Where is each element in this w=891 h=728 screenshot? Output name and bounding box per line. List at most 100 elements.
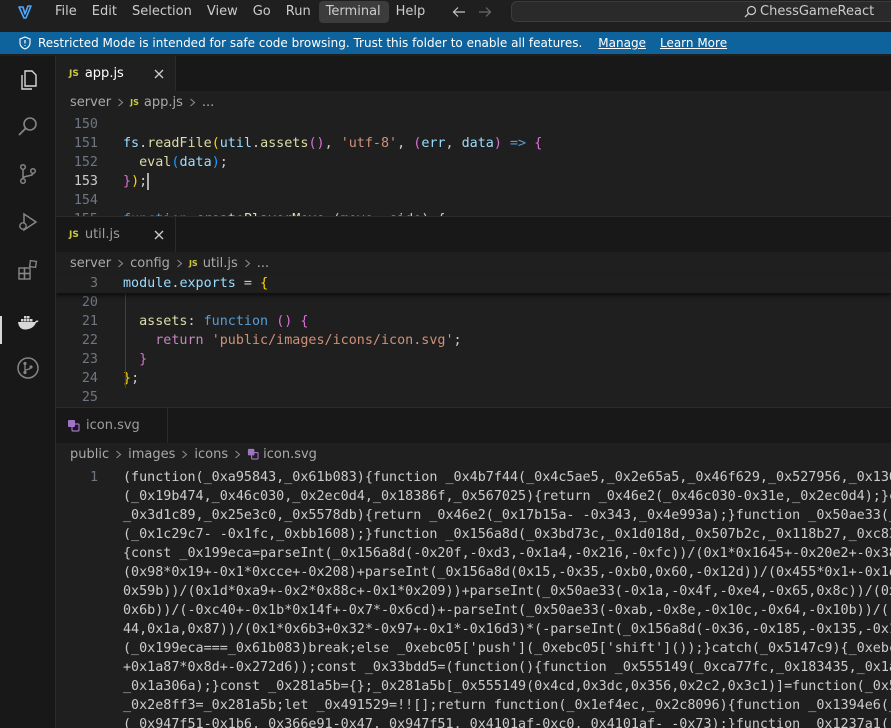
close-icon[interactable] [151,227,167,243]
tab-strip: icon.svg [56,408,891,443]
tab-util-js[interactable]: JS util.js [56,217,176,252]
active-view-indicator [0,316,2,344]
code-line: 154 [56,191,891,210]
command-center-label: ChessGameReact [760,4,875,19]
title-bar: File Edit Selection View Go Run Terminal… [0,0,891,24]
menu-run[interactable]: Run [279,1,319,23]
code-line-wrapped: _0x2e8ff3=_0x281a5b;let _0x491529=!![];r… [56,696,891,715]
menu-go[interactable]: Go [246,1,279,23]
line-content: _0x2e8ff3=_0x281a5b;let _0x491529=!![];r… [123,698,891,713]
svg-file-icon [67,419,80,432]
code-line: 22 return 'public/images/icons/icon.svg'… [56,331,891,350]
breadcrumb-item[interactable]: ... [202,95,214,110]
breadcrumb: public images icons icon.svg [56,443,891,465]
line-number: 1 [89,470,98,485]
menu-view[interactable]: View [200,1,246,23]
editor-area: JS app.js server JS app.js ... 150 151 fs… [56,56,891,728]
tab-icon-svg[interactable]: icon.svg [56,408,168,443]
editor-group-app-js: JS app.js server JS app.js ... 150 151 fs… [56,56,891,217]
menu-file[interactable]: File [48,1,85,23]
code-line: 21 assets: function () { [56,312,891,331]
line-content: (_0x19b474,_0x46c030,_0x2ec0d4,_0x18386f… [123,489,891,504]
extensions-icon[interactable] [16,258,40,282]
breadcrumb-item[interactable]: server [70,256,111,271]
line-content: 0x6b))/(-0xc40+-0x1b*0x14f+-0x7*-0x6cd)+… [123,603,891,618]
line-text: }); [123,174,148,189]
code-line-current: 153}); [56,172,891,191]
git-graph-icon[interactable] [16,356,40,380]
tab-strip: JS util.js [56,217,891,252]
chevron-right-icon [243,259,252,268]
code-line: 150 [56,115,891,134]
breadcrumb-item[interactable]: server [70,95,111,110]
chevron-right-icon [233,450,242,459]
breadcrumb: server JS app.js ... [56,91,891,113]
code-editor[interactable]: 3 module.exports = { 20 21 assets: functi… [56,274,891,407]
line-content: assets: function () { [139,314,309,329]
code-line: 20 [56,293,891,312]
line-number: 152 [73,155,98,170]
code-line-wrapped: (0x98*0x19+-0x1*0xcce+-0x208)+parseInt(_… [56,563,891,582]
chevron-right-icon [114,450,123,459]
breadcrumb-item[interactable]: app.js [144,95,183,110]
line-content: eval(data); [139,155,228,170]
breadcrumb-item[interactable]: images [128,447,175,462]
breadcrumb-item[interactable]: icon.svg [263,447,317,462]
breadcrumb-item[interactable]: ... [257,256,269,271]
editor-group-icon-svg: icon.svg public images icons icon.svg 1 (… [56,408,891,728]
line-content: (_0x199eca===_0x61b083)break;else _0xebc… [123,641,891,656]
sticky-scroll-line[interactable]: 3 module.exports = { [56,274,891,293]
code-line-wrapped: 0x59b))/(0x1d*0xa9+-0x2*0x88c+-0x1*0x209… [56,582,891,601]
menu-help[interactable]: Help [389,1,434,23]
explorer-icon[interactable] [16,68,40,92]
search-view-icon[interactable] [16,114,40,138]
line-content: (_0x947f51-0x1b6,_0x366e91-0x47,_0x947f5… [123,717,891,728]
menu-selection[interactable]: Selection [125,1,200,23]
js-file-icon: JS [188,258,198,268]
tab-label: app.js [84,66,124,81]
line-content: +0x1a87*0x8d+-0x272d6));const _0x33bdd5=… [123,660,891,675]
chevron-right-icon [188,98,197,107]
line-number: 3 [89,276,98,291]
manage-link[interactable]: Manage [598,36,646,50]
docker-icon[interactable] [16,310,40,334]
activity-bar [0,56,56,728]
breadcrumb: server config JS util.js ... [56,252,891,274]
shield-icon [18,36,32,50]
line-number: 20 [81,295,98,310]
command-center-search[interactable]: ChessGameReact [511,1,891,22]
banner-message: Restricted Mode is intended for safe cod… [38,36,583,50]
indent-guide [125,293,126,388]
line-content: (_0x1c29c7- -0x1fc,_0xbb1608);}function … [123,527,891,542]
chevron-right-icon [116,259,125,268]
close-icon[interactable] [151,66,167,82]
menu-terminal[interactable]: Terminal [318,1,389,23]
breadcrumb-item[interactable]: config [130,256,170,271]
line-content: }); [123,172,150,191]
code-editor[interactable]: 1 (function(_0xa95843,_0x61b083){function… [56,468,891,728]
line-content: (function(_0xa95843,_0x61b083){function … [123,470,891,485]
source-control-icon[interactable] [16,162,40,186]
breadcrumb-item[interactable]: public [70,447,109,462]
tab-app-js[interactable]: JS app.js [56,56,176,91]
line-number: 153 [73,174,98,189]
code-line-wrapped: _0x3d1c89,_0x25e3c0,_0x5578db){return _0… [56,506,891,525]
js-file-icon: JS [69,229,79,240]
code-line-wrapped: (_0x199eca===_0x61b083)break;else _0xebc… [56,639,891,658]
code-line-wrapped: 44,0x1a,0x87))/(0x1*0x6b3+0x32*-0x97+-0x… [56,620,891,639]
breadcrumb-item[interactable]: icons [194,447,228,462]
back-arrow-icon[interactable] [452,5,466,19]
line-number: 150 [73,117,98,132]
restricted-mode-banner: Restricted Mode is intended for safe cod… [0,32,891,54]
line-content: fs.readFile(util.assets(), 'utf-8', (err… [123,136,543,151]
line-number: 25 [81,390,98,405]
line-content: _0x3d1c89,_0x25e3c0,_0x5578db){return _0… [123,508,891,523]
forward-arrow-icon[interactable] [478,5,492,19]
line-number: 23 [81,352,98,367]
breadcrumb-item[interactable]: util.js [203,256,238,271]
code-editor[interactable]: 150 151 fs.readFile(util.assets(), 'utf-8… [56,115,891,217]
code-line-wrapped: (_0x1c29c7- -0x1fc,_0xbb1608);}function … [56,525,891,544]
learn-more-link[interactable]: Learn More [660,36,727,50]
run-debug-icon[interactable] [16,210,40,234]
menu-edit[interactable]: Edit [85,1,125,23]
